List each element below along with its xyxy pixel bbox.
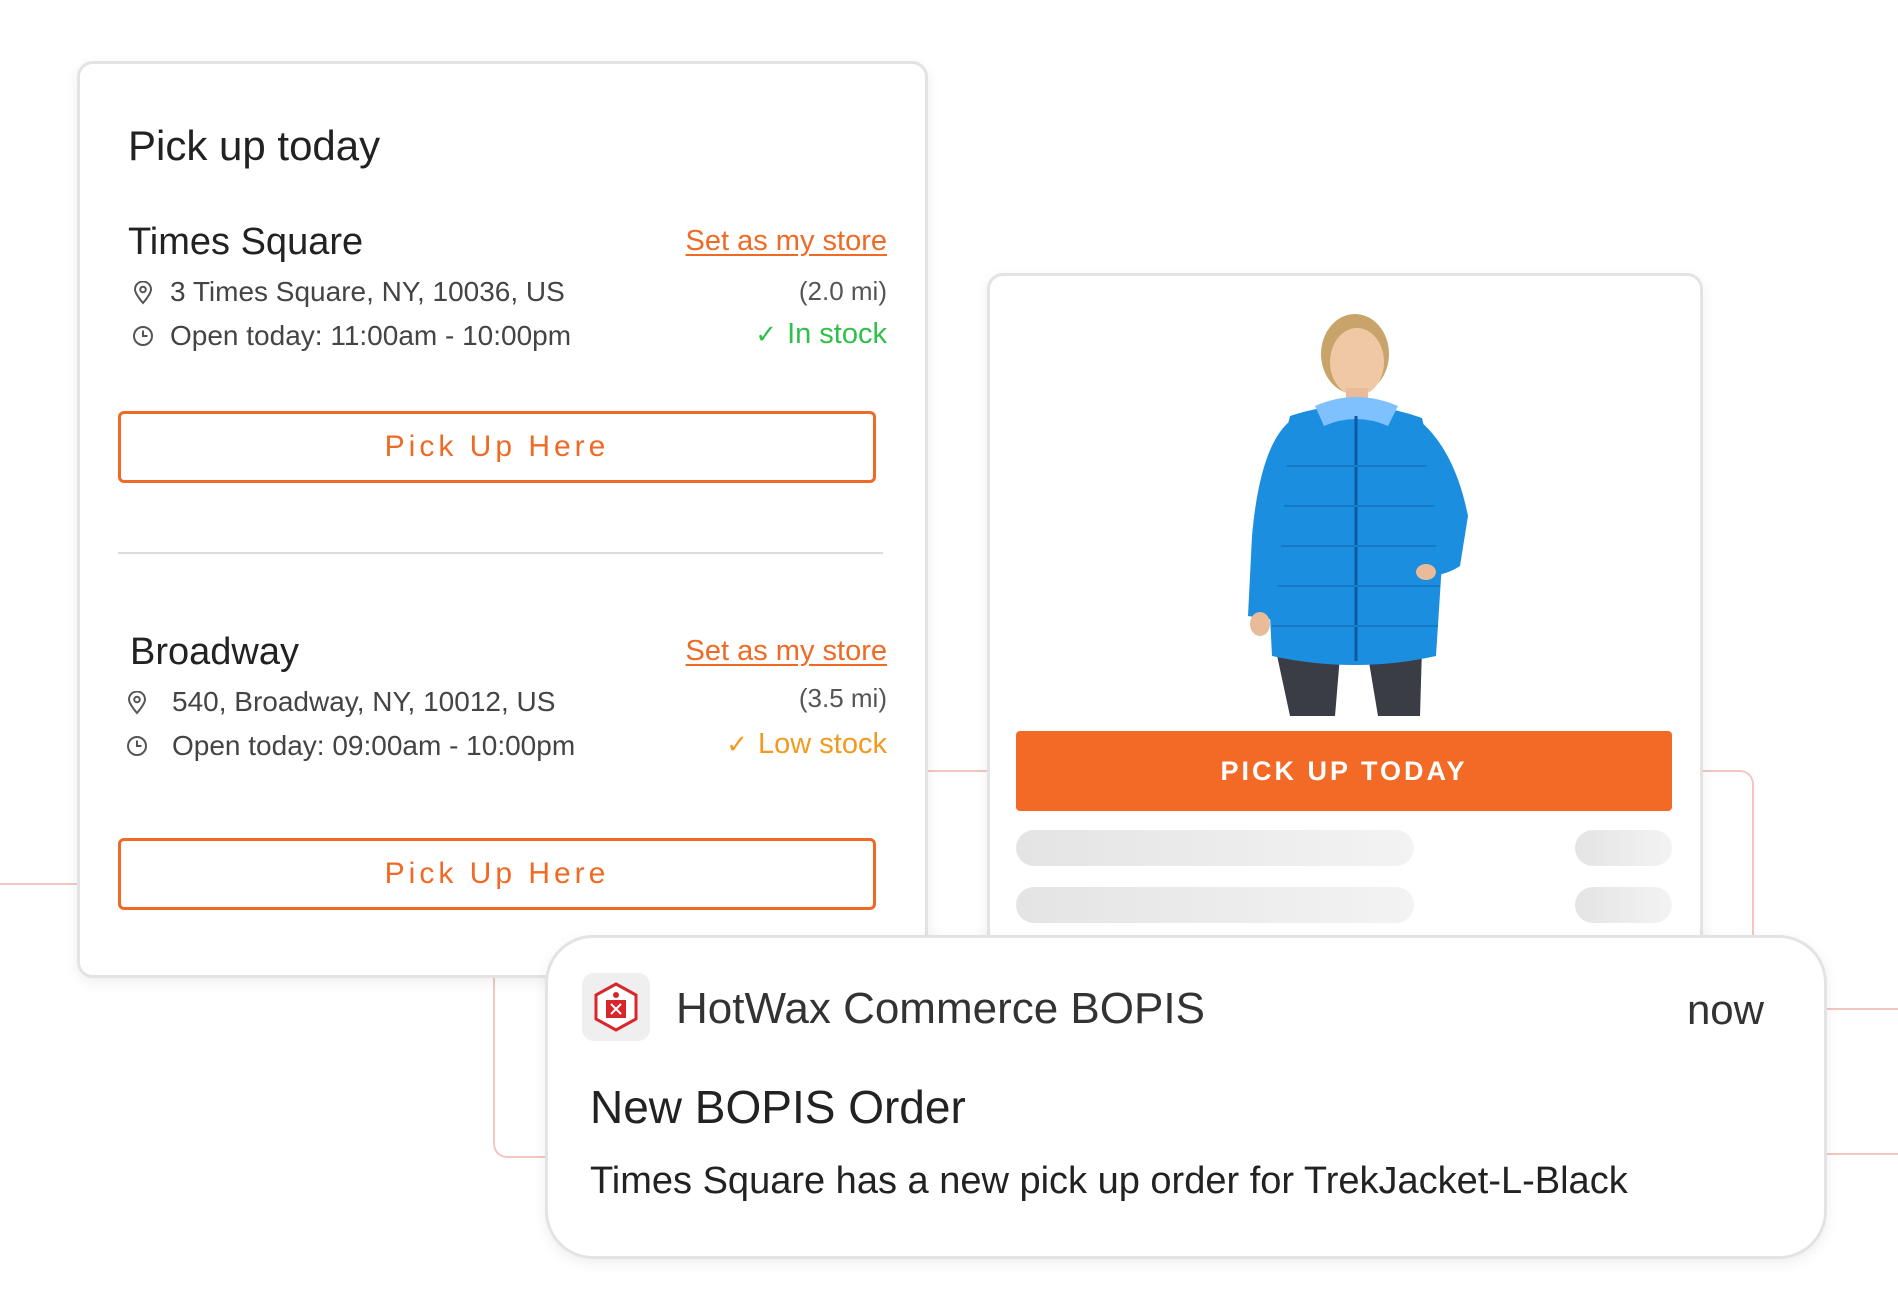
pickup-title: Pick up today: [128, 122, 381, 169]
store-hours: Open today: 11:00am - 10:00pm: [170, 320, 572, 351]
store-distance: (2.0 mi): [798, 276, 887, 306]
notification-time: now: [1686, 986, 1764, 1033]
skeleton-line-short: [1575, 887, 1672, 923]
pickup-card: Pick up today Times Square Set as my sto…: [77, 61, 928, 978]
connector-line-right-top: [1820, 1008, 1898, 1010]
store-address: 3 Times Square, NY, 10036, US: [170, 276, 565, 307]
store-name: Times Square: [128, 221, 364, 263]
notification-card[interactable]: HotWax Commerce BOPIS now New BOPIS Orde…: [545, 935, 1827, 1259]
stock-label: In stock: [787, 318, 887, 350]
store-hours-row: Open today: 09:00am - 10:00pm: [126, 730, 575, 762]
notification-title: New BOPIS Order: [590, 1081, 966, 1133]
store-hours-row: Open today: 11:00am - 10:00pm: [132, 320, 571, 352]
connector-line-right-bottom: [1820, 1153, 1898, 1155]
clock-icon: [132, 325, 154, 347]
hotwax-app-icon: [582, 973, 650, 1041]
store-distance: (3.5 mi): [798, 683, 887, 713]
check-icon: ✓: [726, 729, 749, 759]
connector-line-left: [0, 883, 78, 885]
skeleton-line: [1016, 887, 1414, 923]
store-address-row: 540, Broadway, NY, 10012, US: [126, 686, 555, 718]
stock-status: ✓ In stock: [755, 318, 887, 351]
stock-status: ✓ Low stock: [726, 728, 887, 761]
app-name: HotWax Commerce BOPIS: [676, 984, 1205, 1033]
notification-body: Times Square has a new pick up order for…: [590, 1160, 1628, 1202]
store-address: 540, Broadway, NY, 10012, US: [172, 686, 556, 717]
set-as-my-store-link[interactable]: Set as my store: [686, 225, 887, 258]
stock-label: Low stock: [758, 728, 887, 760]
woman-blue-jacket-photo-icon: [1248, 314, 1468, 716]
pick-up-here-button[interactable]: Pick Up Here: [118, 411, 876, 483]
location-pin-icon: [126, 691, 148, 715]
skeleton-line: [1016, 830, 1414, 866]
set-as-my-store-link[interactable]: Set as my store: [686, 635, 887, 668]
store-name: Broadway: [130, 631, 299, 673]
check-icon: ✓: [755, 319, 778, 349]
store-divider: [118, 552, 883, 554]
location-pin-icon: [132, 281, 154, 305]
connector-line-right: [1696, 770, 1754, 937]
store-address-row: 3 Times Square, NY, 10036, US: [132, 276, 565, 308]
clock-icon: [126, 735, 148, 757]
product-image: [990, 276, 1700, 716]
pick-up-today-button[interactable]: PICK UP TODAY: [1016, 731, 1672, 811]
product-card: PICK UP TODAY: [987, 273, 1703, 960]
skeleton-line-short: [1575, 830, 1672, 866]
store-hours: Open today: 09:00am - 10:00pm: [172, 730, 576, 761]
pick-up-here-button[interactable]: Pick Up Here: [118, 838, 876, 910]
